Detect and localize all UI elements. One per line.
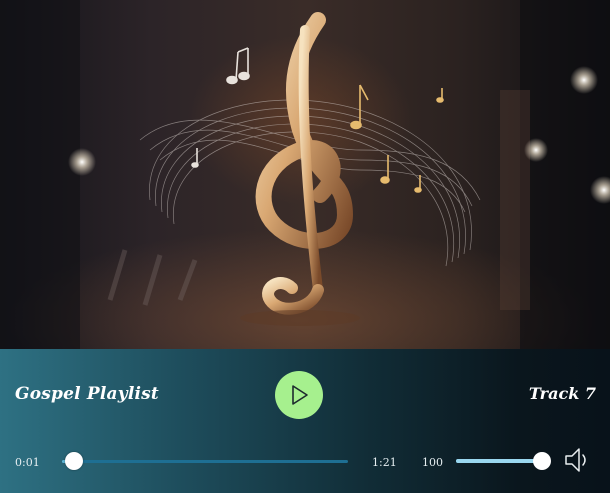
playlist-title: Gospel Playlist (15, 384, 159, 404)
volume-slider-fill (456, 459, 542, 463)
seek-bar[interactable] (62, 460, 348, 463)
track-label: Track 7 (528, 384, 596, 403)
album-artwork (0, 0, 610, 349)
speaker-icon (565, 448, 586, 472)
play-button[interactable] (275, 371, 323, 419)
volume-button[interactable] (563, 445, 591, 475)
duration-time: 1:21 (372, 456, 397, 469)
treble-clef-artwork (0, 0, 610, 349)
current-time: 0:01 (15, 456, 40, 469)
controls-bar: Gospel Playlist Track 7 0:01 1:21 100 (0, 349, 610, 493)
seek-thumb[interactable] (64, 452, 83, 470)
volume-thumb[interactable] (533, 452, 551, 470)
volume-value: 100 (422, 456, 443, 469)
music-player: Gospel Playlist Track 7 0:01 1:21 100 (0, 0, 610, 493)
play-icon (292, 385, 308, 405)
